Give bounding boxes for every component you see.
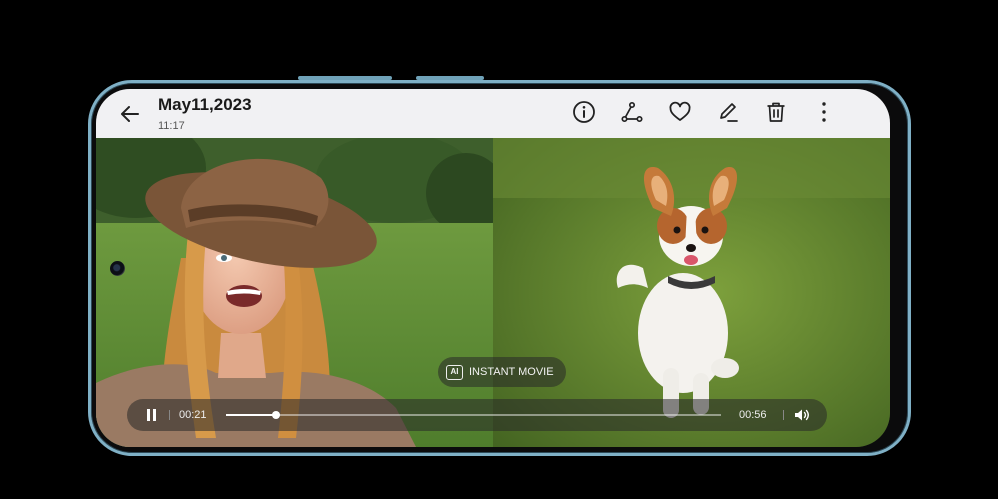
seek-bar-handle[interactable] xyxy=(271,411,280,419)
ai-icon: AI xyxy=(446,364,463,380)
volume-icon[interactable] xyxy=(794,408,810,422)
action-bar xyxy=(572,100,836,126)
edit-button[interactable] xyxy=(716,100,740,124)
info-icon xyxy=(573,101,595,123)
photo-time: 11:17 xyxy=(158,120,185,132)
info-button[interactable] xyxy=(572,100,596,124)
photo-date: May11,2023 xyxy=(158,95,252,114)
pause-icon[interactable] xyxy=(146,409,157,421)
back-arrow-icon[interactable] xyxy=(118,102,142,126)
video-player-bar: 00:21 00:56 xyxy=(127,399,827,431)
heart-icon xyxy=(669,101,691,121)
top-bar: May11,2023 11:17 xyxy=(96,89,890,138)
more-icon xyxy=(822,102,826,122)
delete-icon xyxy=(767,102,785,122)
divider xyxy=(169,410,170,420)
front-camera xyxy=(110,261,125,276)
duration-time: 00:56 xyxy=(739,409,767,421)
share-button[interactable] xyxy=(620,100,644,124)
favorite-button[interactable] xyxy=(668,100,692,124)
more-button[interactable] xyxy=(812,100,836,124)
seek-bar[interactable] xyxy=(226,411,721,419)
seek-bar-progress xyxy=(226,414,276,416)
instant-movie-button[interactable]: AI INSTANT MOVIE xyxy=(438,357,566,387)
divider xyxy=(783,410,784,420)
share-icon xyxy=(621,101,643,123)
current-time: 00:21 xyxy=(179,409,207,421)
delete-button[interactable] xyxy=(764,100,788,124)
gallery-viewer: May11,2023 11:17 AI INSTANT MOVIE 00:21 … xyxy=(96,89,890,447)
edit-icon xyxy=(720,103,738,122)
instant-movie-label: INSTANT MOVIE xyxy=(469,366,554,378)
